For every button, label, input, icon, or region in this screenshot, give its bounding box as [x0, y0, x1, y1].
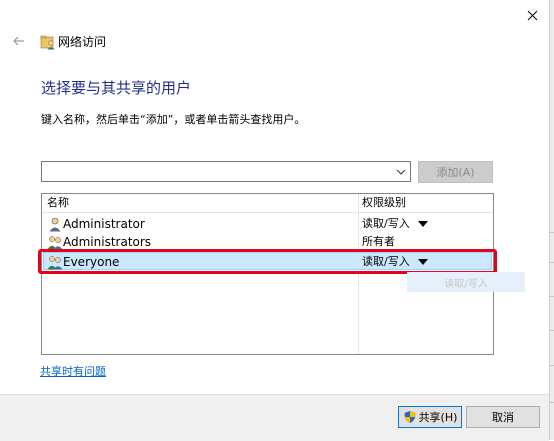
share-button-label: 共享(H)	[418, 411, 458, 424]
network-access-icon	[40, 35, 55, 50]
user-name-combobox[interactable]	[41, 161, 411, 182]
row-name: Administrator	[63, 217, 145, 231]
back-button[interactable]	[8, 30, 30, 52]
user-name-input[interactable]	[44, 163, 398, 182]
chevron-down-icon[interactable]	[395, 166, 407, 178]
add-button[interactable]: 添加(A)	[418, 161, 493, 183]
permission-dropdown-icon[interactable]	[418, 221, 428, 227]
close-button[interactable]	[515, 2, 549, 28]
page-heading: 选择要与其共享的用户	[41, 79, 192, 97]
table-row[interactable]: Administrator 读取/写入	[43, 215, 492, 233]
background-window-edge	[549, 0, 554, 440]
row-permission[interactable]: 读取/写入	[362, 215, 410, 233]
help-link[interactable]: 共享时有问题	[40, 363, 106, 379]
window-title: 网络访问	[58, 35, 107, 49]
user-icon	[49, 217, 61, 232]
share-button[interactable]: 共享(H)	[398, 406, 462, 428]
annotation-highlight-box	[38, 249, 497, 274]
instruction-text: 键入名称，然后单击“添加”，或者单击箭头查找用户。	[41, 113, 306, 126]
background-ghost-text: 读取/写入	[407, 272, 525, 292]
group-icon	[47, 236, 63, 250]
back-arrow-icon	[13, 36, 24, 46]
close-icon	[527, 10, 537, 20]
shield-icon	[404, 411, 416, 423]
column-header-permission[interactable]: 权限级别	[362, 194, 406, 212]
cancel-button[interactable]: 取消	[466, 406, 540, 428]
column-header-name[interactable]: 名称	[47, 194, 69, 212]
